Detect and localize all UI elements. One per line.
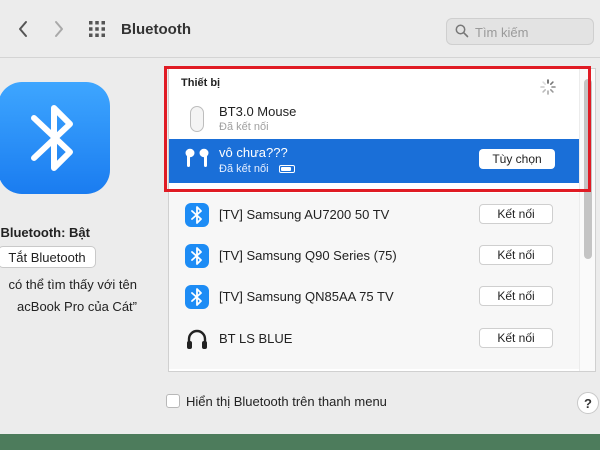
help-button[interactable]: ? bbox=[577, 392, 599, 414]
show-in-menu-label: Hiển thị Bluetooth trên thanh menu bbox=[186, 394, 387, 409]
options-button[interactable]: Tùy chọn bbox=[479, 149, 555, 169]
bluetooth-status-label: Bluetooth: Bật bbox=[0, 225, 90, 240]
show-all-button[interactable] bbox=[86, 18, 108, 40]
device-name: BT LS BLUE bbox=[219, 331, 293, 346]
search-field[interactable] bbox=[446, 18, 594, 45]
bluetooth-icon bbox=[185, 285, 209, 309]
nearby-device-row[interactable]: [TV] Samsung QN85AA 75 TV Kết nối bbox=[169, 277, 579, 317]
mouse-icon bbox=[189, 105, 205, 133]
device-name: BT3.0 Mouse bbox=[219, 104, 297, 119]
chevron-right-icon bbox=[55, 21, 63, 37]
nearby-device-row[interactable]: [TV] Samsung Q90 Series (75) Kết nối bbox=[169, 236, 579, 276]
device-name: [TV] Samsung AU7200 50 TV bbox=[219, 207, 390, 222]
device-name: vô chưa??? bbox=[219, 145, 288, 160]
bluetooth-icon bbox=[185, 244, 209, 268]
device-list-scrollbar[interactable] bbox=[579, 69, 595, 371]
discoverable-text: có thể tìm thấy với tên acBook Pro của C… bbox=[9, 274, 137, 318]
device-list: Thiết bị BT3.0 Mouse Đã kết nối vô chưa?… bbox=[168, 68, 596, 372]
device-row-mouse[interactable]: BT3.0 Mouse Đã kết nối bbox=[169, 99, 579, 139]
airpods-icon bbox=[183, 145, 211, 173]
nearby-devices: [TV] Samsung AU7200 50 TV Kết nối [TV] S… bbox=[169, 193, 579, 369]
forward-button[interactable] bbox=[48, 18, 70, 40]
battery-icon bbox=[279, 165, 295, 173]
toolbar: Bluetooth bbox=[0, 0, 600, 58]
nearby-device-row[interactable]: [TV] Samsung AU7200 50 TV Kết nối bbox=[169, 195, 579, 235]
nearby-device-row[interactable]: BT LS BLUE Kết nối bbox=[169, 319, 579, 359]
loading-spinner-icon bbox=[540, 79, 556, 95]
device-name: [TV] Samsung Q90 Series (75) bbox=[219, 248, 397, 263]
turn-off-bluetooth-button[interactable]: Tắt Bluetooth bbox=[0, 246, 96, 268]
show-in-menu-checkbox[interactable] bbox=[166, 394, 180, 408]
scrollbar-thumb[interactable] bbox=[584, 79, 592, 259]
search-input[interactable] bbox=[475, 23, 587, 41]
desktop-background-strip bbox=[0, 434, 600, 450]
bluetooth-logo bbox=[0, 82, 110, 194]
bluetooth-icon bbox=[185, 203, 209, 227]
chevron-left-icon bbox=[19, 21, 27, 37]
connect-button[interactable]: Kết nối bbox=[479, 245, 553, 265]
connect-button[interactable]: Kết nối bbox=[479, 328, 553, 348]
discoverable-line-2: acBook Pro của Cát” bbox=[17, 299, 137, 314]
connect-button[interactable]: Kết nối bbox=[479, 204, 553, 224]
bluetooth-preferences-window: Bluetooth Bluetooth: Bật Tắt Bluetooth c… bbox=[0, 0, 600, 434]
device-name: [TV] Samsung QN85AA 75 TV bbox=[219, 289, 394, 304]
discoverable-line-1: có thể tìm thấy với tên bbox=[8, 277, 137, 292]
grid-icon bbox=[89, 21, 105, 37]
device-row-airpods[interactable]: vô chưa??? Đã kết nối Tùy chọn bbox=[169, 139, 579, 183]
devices-section-header: Thiết bị bbox=[181, 77, 221, 89]
bluetooth-icon bbox=[31, 105, 73, 171]
back-button[interactable] bbox=[12, 18, 34, 40]
window-title: Bluetooth bbox=[121, 21, 191, 38]
headphones-icon bbox=[185, 327, 209, 351]
device-status: Đã kết nối bbox=[219, 163, 269, 175]
device-status: Đã kết nối bbox=[219, 121, 269, 133]
connect-button[interactable]: Kết nối bbox=[479, 286, 553, 306]
search-icon bbox=[455, 24, 469, 38]
